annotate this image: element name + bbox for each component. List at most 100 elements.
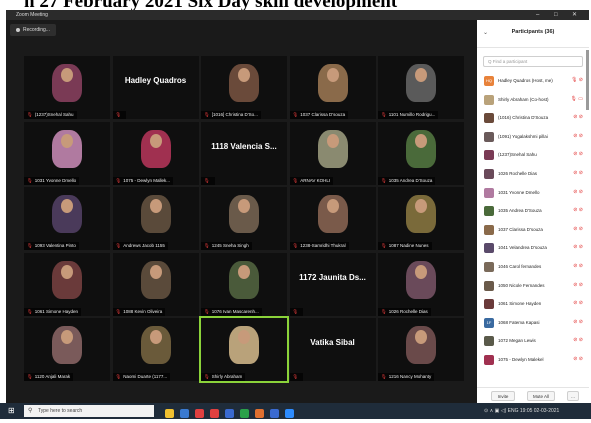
participant-video (52, 64, 82, 102)
video-tile[interactable]: 🎙 1037 Clarissa D'souza (289, 56, 376, 119)
participant-name: 1072 Megan Lewis (498, 338, 536, 344)
muted-mic-icon: 🎙 (292, 243, 299, 248)
avatar (484, 131, 494, 142)
participant-row[interactable]: (1016) Christina D'Souza ⊘ ⊘ (477, 109, 589, 128)
participant-name-display: 1118 Valencia S... (211, 141, 277, 151)
participant-search-input[interactable]: Q Find a participant (483, 56, 583, 67)
video-tile[interactable]: 🎙 1216 Nancy Mohanty (378, 318, 464, 381)
participant-name: Hadley Quadros (Host, me) (498, 78, 553, 83)
muted-mic-icon: 🎙 (381, 308, 387, 314)
participant-row[interactable]: (1091) Yogalakshmi pillai ⊘ ⊘ (477, 128, 589, 147)
taskbar-app-icon[interactable] (165, 409, 174, 419)
tile-name-label: 🎙 1037 Clarissa D'souza (289, 111, 349, 119)
mic-video-status-icon: 🎙 ⊘ (571, 77, 583, 83)
participants-title: Participants (36) (511, 29, 555, 35)
close-button[interactable]: ✕ (572, 10, 577, 20)
video-tile[interactable]: 🎙 1061 Simone Hayden (24, 252, 110, 316)
participant-row[interactable]: 1046 Carol fernandes ⊘ ⊘ (477, 258, 589, 277)
muted-mic-icon: 🎙 (115, 308, 122, 314)
participants-panel: ⌄ Participants (36) Q Find a participant… (477, 20, 589, 403)
video-tile[interactable]: 🎙 1087 Nadine Nunes (378, 187, 464, 250)
video-tile[interactable]: 🎙 1245 Sneha Singh (201, 187, 287, 250)
tile-name-label: 🎙 1101 Numillo Rodrigu... (378, 111, 439, 119)
participant-name: 1035 Andrea D'Souza (498, 208, 542, 214)
video-tile[interactable]: 🎙 1075 - Dewlyn Mallek... (112, 121, 199, 185)
mic-video-status-icon: ⊘ ⊘ (573, 207, 583, 214)
avatar (484, 113, 494, 124)
avatar (484, 150, 494, 161)
scrollbar[interactable] (586, 50, 589, 110)
muted-mic-icon: 🎙 (292, 308, 299, 314)
participant-video (140, 326, 171, 364)
video-tile[interactable]: 🎙 1088 Kevin Oliveira (112, 252, 199, 316)
video-tile[interactable]: 🎙 1101 Numillo Rodrigu... (378, 56, 464, 119)
participant-row[interactable]: 1050 Nicole Fernandes ⊘ ⊘ (477, 277, 589, 296)
mute-all-button[interactable]: Mute All (527, 391, 555, 401)
video-tile[interactable]: 🎙 (1237)Snehal Sahu (24, 56, 110, 119)
video-tile[interactable]: 🎙 1093 Valentina Pinto (24, 187, 110, 250)
taskbar-app-icon[interactable] (270, 409, 279, 419)
invite-button[interactable]: Invite (491, 391, 515, 401)
participant-row[interactable]: 1041 Velandrea D'souza ⊘ ⊘ (477, 239, 589, 258)
taskbar-app-icon[interactable] (255, 409, 264, 419)
video-tile[interactable]: 🎙 1026 Rochelle Dias (378, 252, 464, 316)
mic-video-status-icon: ⊘ ⊘ (573, 355, 583, 362)
video-tile[interactable]: 🎙 1076 Ivan Mascarenh... (201, 252, 287, 316)
taskbar-app-icon[interactable] (195, 409, 204, 419)
participant-row[interactable]: 1031 Yvonne Dmello ⊘ ⊘ (477, 184, 589, 203)
tile-name-label: 🎙 1216 Nancy Mohanty (378, 373, 435, 381)
mic-video-status-icon: ⊘ ⊘ (573, 281, 583, 288)
tile-name-label: 🎙 1087 Nadine Nunes (378, 242, 432, 250)
taskbar-app-icon[interactable] (240, 409, 249, 419)
recording-indicator[interactable]: Recording... (10, 24, 56, 36)
taskbar-app-icon[interactable] (285, 409, 294, 419)
tile-name-label: 🎙 (1237)Snehal Sahu (24, 111, 77, 119)
video-tile[interactable]: 1118 Valencia S... 🎙 (201, 121, 287, 185)
video-tile[interactable]: 🎙 1035 Andrea D'Souza (378, 121, 464, 185)
video-tile[interactable]: Vatika Sibal 🎙 (289, 318, 376, 381)
participant-row[interactable]: 1035 Andrea D'Souza ⊘ ⊘ (477, 202, 589, 221)
video-tile[interactable]: 🎙 Andrews Jacob 1155 (112, 187, 199, 250)
participant-name-display: Hadley Quadros (124, 76, 187, 85)
taskbar-apps (165, 405, 300, 419)
participant-name: 1046 Carol fernandes (498, 263, 542, 269)
taskbar-search-input[interactable]: ⚲ Type here to search (24, 405, 154, 417)
participant-row[interactable]: 1F 1068 Fatema Kapasi ⊘ ⊘ (477, 314, 589, 333)
muted-mic-icon: 🎙 (115, 177, 122, 183)
taskbar-app-icon[interactable] (225, 409, 234, 419)
participant-video (406, 195, 436, 233)
video-tile[interactable]: 🎙 ARNAV KOHLI (289, 121, 376, 185)
more-button[interactable]: ... (567, 391, 579, 401)
windows-start-icon[interactable]: ⊞ (8, 406, 15, 416)
video-tile[interactable]: 🎙 Shirly Abraham (199, 316, 289, 383)
video-tile[interactable]: 🎙 [1016] Christina D'So... (201, 56, 287, 119)
maximize-button[interactable]: □ (554, 10, 558, 20)
participant-row[interactable]: 1072 Megan Lewis ⊘ ⊘ (477, 332, 589, 351)
video-tile[interactable]: Hadley Quadros 🎙 (112, 56, 199, 119)
avatar (484, 224, 494, 235)
video-tile[interactable]: 🎙 Naomi Duarte (1177... (112, 318, 199, 381)
participant-row[interactable]: 1026 Rochelle Dias ⊘ ⊘ (477, 165, 589, 184)
muted-mic-icon: 🎙 (27, 177, 33, 183)
muted-mic-icon: 🎙 (204, 308, 210, 314)
participant-row[interactable]: HQ Hadley Quadros (Host, me) 🎙 ⊘ (477, 72, 589, 91)
taskbar-app-icon[interactable] (180, 409, 189, 419)
taskbar-app-icon[interactable] (210, 409, 219, 419)
participant-row[interactable]: Shirly Abraham (Co-host) 🎙 ▭ (477, 91, 589, 110)
mic-video-status-icon: ⊘ ⊘ (573, 337, 583, 344)
participant-row[interactable]: 1037 Clarissa D'souza ⊘ ⊘ (477, 221, 589, 240)
video-tile[interactable]: 🎙 1031 Yvonne Dmello (24, 121, 110, 185)
video-tile[interactable]: 1172 Jaunita Ds... 🎙 (289, 252, 376, 316)
muted-mic-icon: 🎙 (27, 243, 33, 248)
participant-row[interactable]: 1061 Simone Hayden ⊘ ⊘ (477, 295, 589, 314)
participant-video (229, 260, 259, 299)
video-tile[interactable]: 🎙 1238-Samridhi Thukral (289, 187, 376, 250)
participant-video (52, 260, 82, 299)
participant-name: 1068 Fatema Kapasi (498, 319, 540, 325)
tile-name-label: 🎙 1093 Valentina Pinto (24, 242, 79, 250)
video-tile[interactable]: 🎙 1120 Anjali Marak (24, 318, 110, 381)
participant-row[interactable]: (1237)Snehal Sahu ⊘ ⊘ (477, 146, 589, 165)
participant-row[interactable]: 1075 - Dewlyn Malekel ⊘ ⊘ (477, 351, 589, 370)
minimize-button[interactable]: – (536, 10, 539, 20)
mic-video-status-icon: ⊘ ⊘ (573, 262, 583, 269)
